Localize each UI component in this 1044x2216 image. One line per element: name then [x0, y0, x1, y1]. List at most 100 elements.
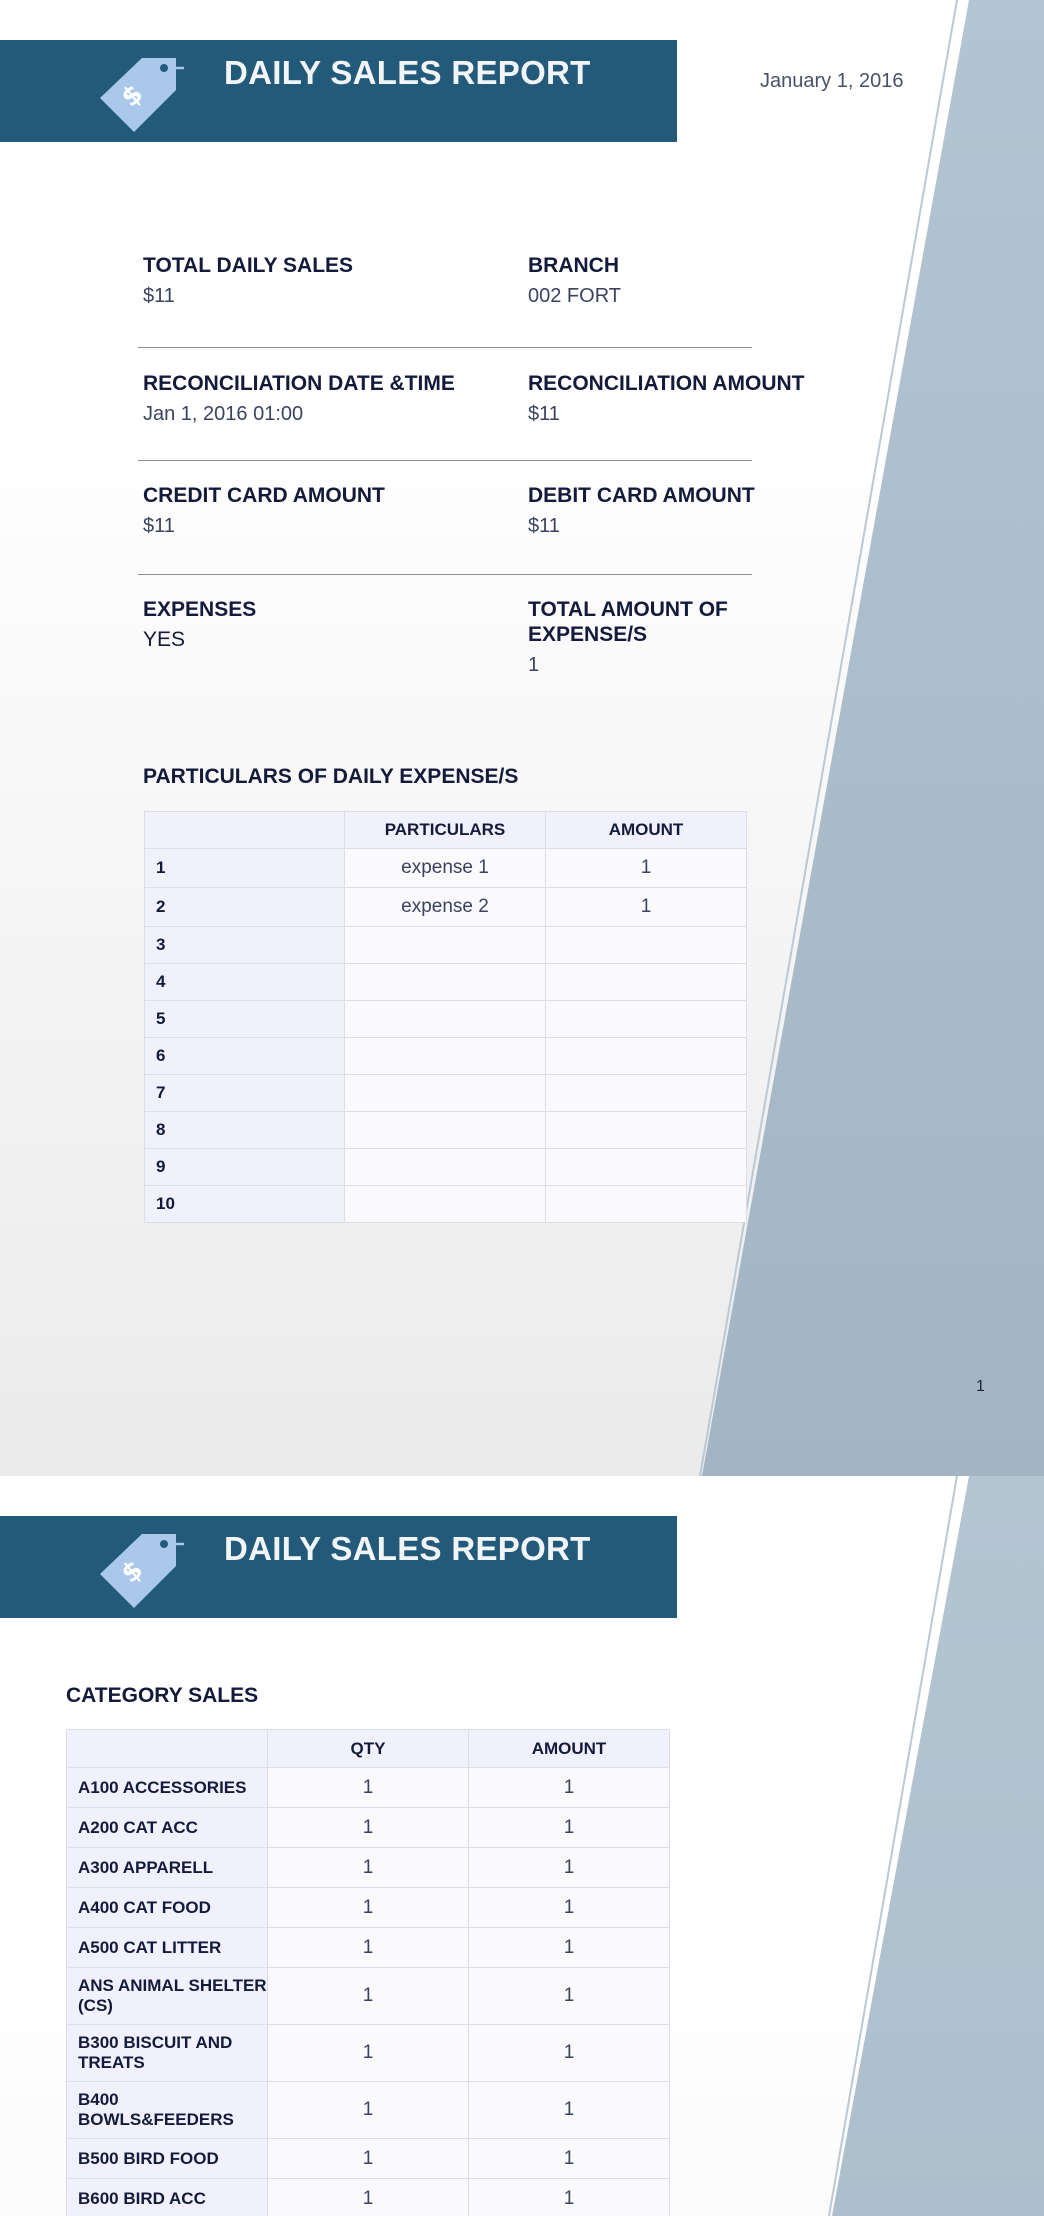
amount-cell: [545, 963, 747, 1001]
column-header: AMOUNT: [545, 811, 747, 849]
amount-cell: 1: [545, 848, 747, 888]
row-index: 10: [144, 1185, 345, 1223]
amount-cell: 1: [468, 2138, 670, 2179]
table-row: 8: [144, 1111, 747, 1149]
table-row: 1 expense 1 1: [144, 848, 747, 888]
field-value: YES: [143, 628, 186, 651]
column-header: QTY: [267, 1729, 469, 1768]
side-decoration: [699, 0, 1044, 1476]
amount-cell: [545, 1185, 747, 1223]
particulars-cell: [344, 1111, 546, 1149]
row-index: 4: [144, 963, 345, 1001]
row-index: 8: [144, 1111, 345, 1149]
particulars-cell: [344, 1037, 546, 1075]
row-index: 9: [144, 1148, 345, 1186]
row-index: 1: [144, 848, 345, 888]
report-title: DAILY SALES REPORT: [224, 1530, 591, 1567]
row-index: 3: [144, 926, 345, 964]
field-value: 002 FORT: [528, 285, 621, 307]
amount-cell: [545, 1037, 747, 1075]
amount-cell: 1: [468, 1967, 670, 2025]
table-row: 5: [144, 1000, 747, 1038]
table-header-row: PARTICULARS AMOUNT: [144, 811, 747, 849]
row-index: 6: [144, 1037, 345, 1075]
amount-cell: [545, 1111, 747, 1149]
table-row: ANS ANIMAL SHELTER (CS) 1 1: [66, 1967, 670, 2025]
field-label: RECONCILIATION AMOUNT: [528, 372, 805, 395]
field-value: $11: [528, 403, 560, 425]
field-label: TOTAL DAILY SALES: [143, 254, 354, 277]
category-name: B600 BIRD ACC: [66, 2178, 268, 2216]
category-name: A400 CAT FOOD: [66, 1887, 268, 1928]
amount-cell: [545, 1000, 747, 1038]
category-sales-title: CATEGORY SALES: [66, 1684, 259, 1707]
particulars-cell: [344, 1148, 546, 1186]
report-title: DAILY SALES REPORT: [224, 54, 591, 91]
table-row: 9: [144, 1148, 747, 1186]
section-divider: [138, 460, 752, 461]
column-header: [66, 1729, 268, 1768]
amount-cell: 1: [468, 1887, 670, 1928]
field-value: $11: [528, 515, 560, 537]
category-name: A200 CAT ACC: [66, 1807, 268, 1848]
report-page-1: $ DAILY SALES REPORT January 1, 2016 TOT…: [0, 0, 1044, 1476]
report-page-2: $ DAILY SALES REPORT CATEGORY SALES QTY …: [0, 1476, 1044, 2216]
table-row: 7: [144, 1074, 747, 1112]
field-label: RECONCILIATION DATE &TIME: [143, 372, 455, 395]
field-label: BRANCH: [528, 254, 619, 277]
branch-field: BRANCH 002 FORT: [528, 253, 621, 308]
expenses-table-title: PARTICULARS OF DAILY EXPENSE/S: [143, 765, 519, 788]
header-banner: $ DAILY SALES REPORT: [0, 1516, 677, 1618]
qty-cell: 1: [267, 1927, 469, 1968]
price-tag-dollar-icon: $: [100, 1534, 184, 1608]
qty-cell: 1: [267, 1767, 469, 1808]
qty-cell: 1: [267, 2138, 469, 2179]
section-divider: [138, 574, 752, 575]
table-header-row: QTY AMOUNT: [66, 1729, 670, 1768]
column-header: AMOUNT: [468, 1729, 670, 1768]
table-row: A500 CAT LITTER 1 1: [66, 1927, 670, 1968]
category-name: B300 BISCUIT AND TREATS: [66, 2024, 268, 2082]
qty-cell: 1: [267, 1847, 469, 1888]
amount-cell: 1: [468, 1807, 670, 1848]
section-divider: [138, 347, 752, 348]
category-name: B400 BOWLS&FEEDERS: [66, 2081, 268, 2139]
table-row: 10: [144, 1185, 747, 1223]
category-name: A500 CAT LITTER: [66, 1927, 268, 1968]
table-row: A200 CAT ACC 1 1: [66, 1807, 670, 1848]
particulars-cell: expense 2: [344, 887, 546, 927]
table-row: A100 ACCESSORIES 1 1: [66, 1767, 670, 1808]
table-row: 3: [144, 926, 747, 964]
amount-cell: 1: [468, 1767, 670, 1808]
expenses-table: PARTICULARS AMOUNT 1 expense 1 1 2 expen…: [144, 811, 747, 1223]
qty-cell: 1: [267, 1807, 469, 1848]
report-date: January 1, 2016: [760, 70, 904, 92]
particulars-cell: [344, 1074, 546, 1112]
table-row: B400 BOWLS&FEEDERS 1 1: [66, 2081, 670, 2139]
total-expenses-field: TOTAL AMOUNT OF EXPENSE/S 1: [528, 597, 728, 677]
page-number: 1: [976, 1378, 985, 1395]
header-banner: $ DAILY SALES REPORT: [0, 40, 677, 142]
category-name: B500 BIRD FOOD: [66, 2138, 268, 2179]
qty-cell: 1: [267, 2081, 469, 2139]
row-index: 7: [144, 1074, 345, 1112]
field-label: EXPENSES: [143, 598, 257, 621]
table-row: 6: [144, 1037, 747, 1075]
column-header: PARTICULARS: [344, 811, 546, 849]
table-row: B600 BIRD ACC 1 1: [66, 2178, 670, 2216]
category-name: ANS ANIMAL SHELTER (CS): [66, 1967, 268, 2025]
qty-cell: 1: [267, 2024, 469, 2082]
field-value: 1: [528, 654, 540, 676]
amount-cell: [545, 926, 747, 964]
category-sales-table: QTY AMOUNT A100 ACCESSORIES 1 1 A200 CAT…: [66, 1729, 670, 2216]
field-label: DEBIT CARD AMOUNT: [528, 484, 755, 507]
qty-cell: 1: [267, 2178, 469, 2216]
table-row: B300 BISCUIT AND TREATS 1 1: [66, 2024, 670, 2082]
particulars-cell: [344, 1185, 546, 1223]
row-index: 5: [144, 1000, 345, 1038]
amount-cell: 1: [468, 1847, 670, 1888]
amount-cell: 1: [545, 887, 747, 927]
price-tag-dollar-icon: $: [100, 58, 184, 132]
table-row: A400 CAT FOOD 1 1: [66, 1887, 670, 1928]
table-row: 2 expense 2 1: [144, 887, 747, 927]
